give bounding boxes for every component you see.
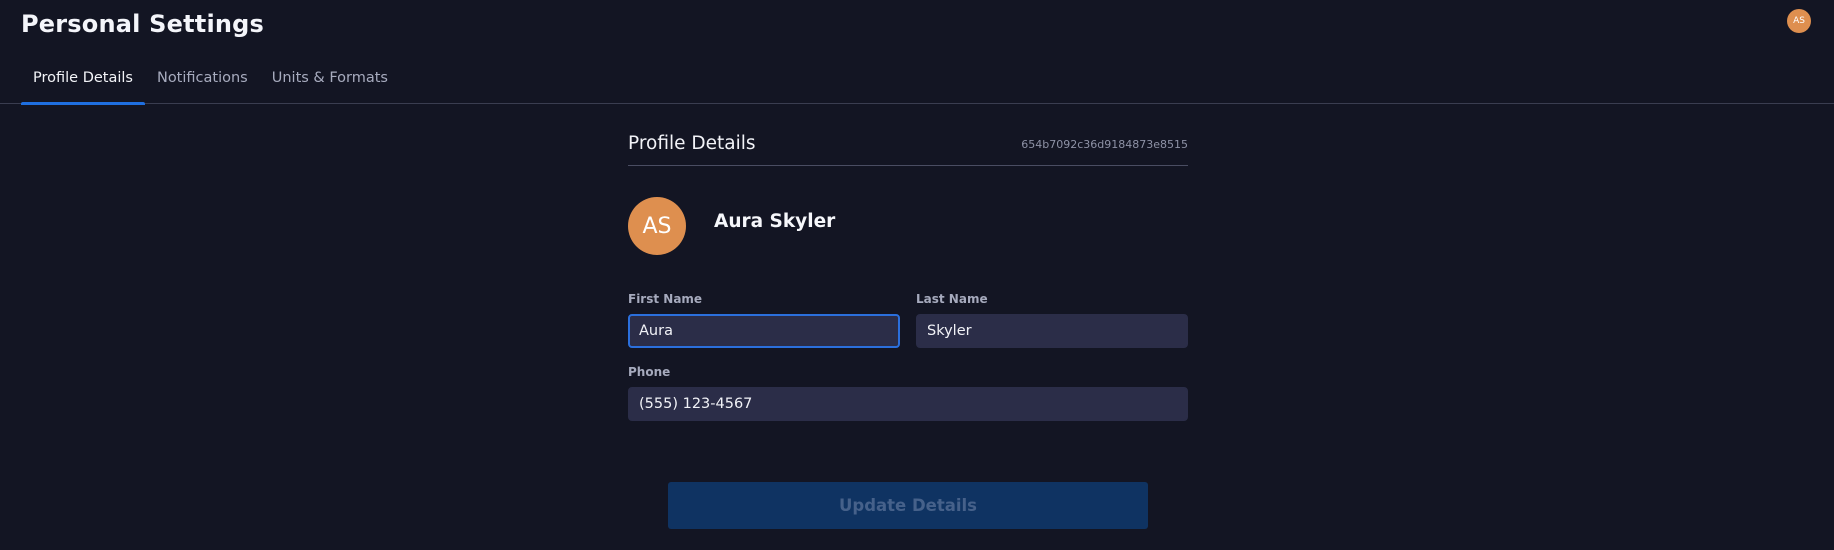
phone-row: Phone [628, 365, 1188, 425]
phone-field[interactable] [628, 387, 1188, 421]
last-name-group: Last Name [916, 292, 1188, 348]
name-row: First Name Last Name [628, 292, 1188, 352]
profile-avatar: AS [628, 197, 686, 255]
last-name-field[interactable] [916, 314, 1188, 348]
panel-title: Profile Details [628, 133, 756, 154]
phone-group: Phone [628, 365, 1188, 421]
last-name-label: Last Name [916, 292, 988, 306]
first-name-group: First Name [628, 292, 900, 348]
user-avatar[interactable]: AS [1787, 9, 1811, 33]
profile-name: Aura Skyler [714, 211, 836, 232]
tab-units-formats[interactable]: Units & Formats [260, 62, 400, 104]
first-name-field[interactable] [628, 314, 900, 348]
tab-notifications[interactable]: Notifications [145, 62, 260, 104]
update-details-button[interactable]: Update Details [668, 482, 1148, 529]
tab-bar: Profile Details Notifications Units & Fo… [21, 62, 400, 105]
panel-header: Profile Details 654b7092c36d9184873e8515 [628, 130, 1188, 166]
record-id: 654b7092c36d9184873e8515 [1021, 138, 1188, 151]
page-title: Personal Settings [21, 10, 265, 38]
profile-panel: Profile Details 654b7092c36d9184873e8515… [628, 130, 1188, 421]
tab-profile-details[interactable]: Profile Details [21, 62, 145, 105]
header: Personal Settings AS Profile Details Not… [0, 0, 1834, 105]
phone-label: Phone [628, 365, 671, 379]
profile-summary: AS Aura Skyler [628, 197, 1188, 287]
first-name-label: First Name [628, 292, 703, 306]
